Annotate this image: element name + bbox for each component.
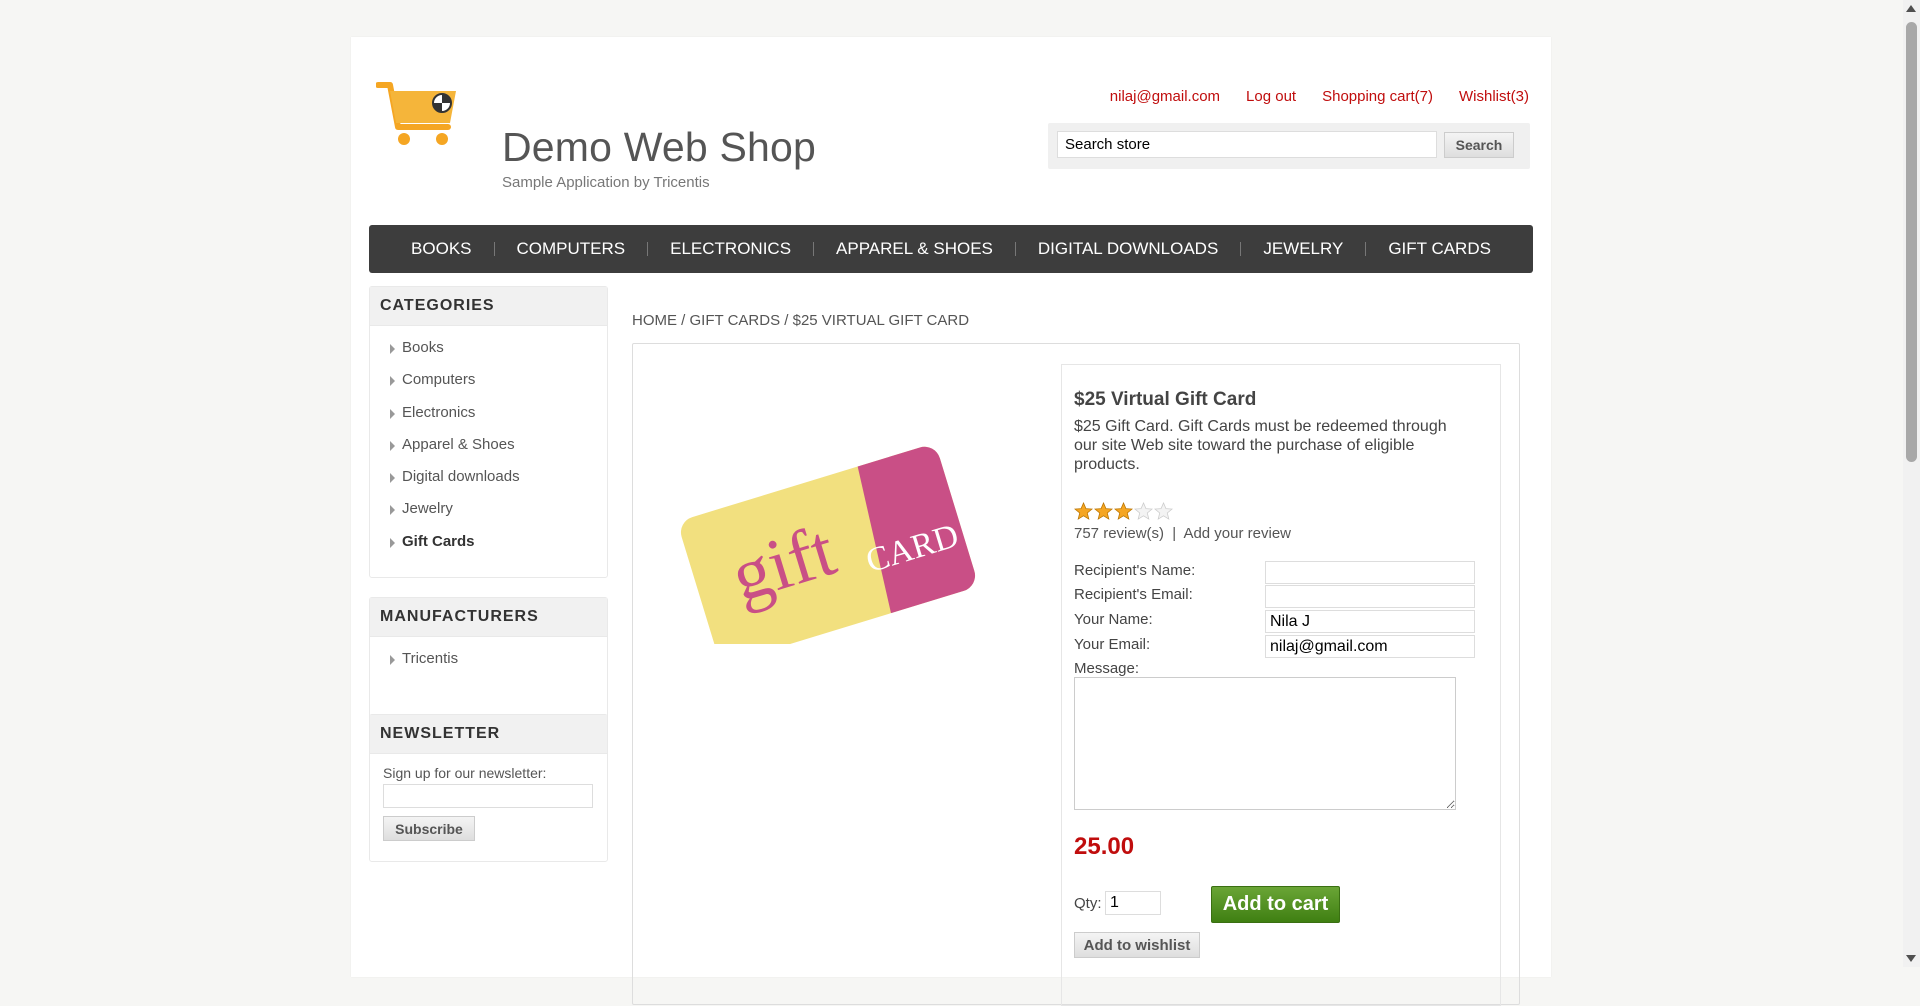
- recipient-name-input[interactable]: [1265, 561, 1475, 584]
- categories-title: CATEGORIES: [370, 287, 607, 326]
- arrow-right-icon: [390, 408, 395, 419]
- category-label: Gift Cards: [402, 532, 475, 550]
- nav-computers[interactable]: COMPUTERS: [495, 239, 648, 259]
- category-item-computers[interactable]: Computers: [370, 364, 607, 396]
- logo-subtitle: Sample Application by Tricentis: [502, 174, 710, 191]
- gift-card-image[interactable]: gift CARD: [673, 424, 983, 644]
- nav-electronics[interactable]: ELECTRONICS: [648, 239, 813, 259]
- your-name-label: Your Name:: [1074, 611, 1153, 628]
- your-email-label: Your Email:: [1074, 636, 1151, 653]
- product-title: $25 Virtual Gift Card: [1074, 389, 1257, 410]
- arrow-right-icon: [390, 440, 395, 451]
- category-label: Jewelry: [402, 500, 453, 518]
- categories-list: Books Computers Electronics Apparel & Sh…: [370, 326, 607, 564]
- scroll-down-arrow-icon[interactable]: [1906, 955, 1916, 962]
- breadcrumb-separator: /: [784, 312, 789, 329]
- category-item-electronics[interactable]: Electronics: [370, 397, 607, 429]
- category-label: Books: [402, 339, 444, 356]
- category-item-jewelry[interactable]: Jewelry: [370, 493, 607, 525]
- recipient-email-label: Recipient's Email:: [1074, 586, 1193, 603]
- page-container: Demo Web Shop Sample Application by Tric…: [351, 37, 1551, 1006]
- add-to-cart-button[interactable]: Add to cart: [1211, 886, 1340, 923]
- category-label: Apparel & Shoes: [402, 435, 515, 453]
- scrollbar-thumb[interactable]: [1906, 22, 1917, 462]
- message-label: Message:: [1074, 660, 1140, 677]
- breadcrumb-home[interactable]: HOME: [632, 312, 677, 329]
- product-details: gift CARD $25 Virtual Gift Card $25 Gift…: [632, 343, 1520, 1006]
- breadcrumb-gift-cards[interactable]: GIFT CARDS: [690, 312, 781, 329]
- recipient-email-input[interactable]: [1265, 585, 1475, 608]
- logo[interactable]: Demo Web Shop Sample Application by Tric…: [376, 81, 816, 191]
- category-item-gift-cards[interactable]: Gift Cards: [370, 526, 607, 558]
- product-price: 25.00: [1074, 833, 1135, 860]
- nav-digital-downloads[interactable]: DIGITAL DOWNLOADS: [1016, 239, 1240, 259]
- recipient-name-label: Recipient's Name:: [1074, 562, 1196, 579]
- qty-input[interactable]: [1105, 891, 1161, 915]
- product-overview: $25 Virtual Gift Card $25 Gift Card. Gif…: [1061, 364, 1501, 1006]
- breadcrumb: HOME / GIFT CARDS / $25 VIRTUAL GIFT CAR…: [632, 312, 969, 329]
- arrow-right-icon: [390, 537, 395, 548]
- reviews-count-link[interactable]: 757 review(s): [1074, 525, 1164, 542]
- scroll-up-arrow-icon[interactable]: [1906, 5, 1916, 12]
- star-filled-icon: [1074, 502, 1093, 520]
- nav-books[interactable]: BOOKS: [389, 239, 493, 259]
- manufacturer-label: Tricentis: [402, 650, 459, 667]
- arrow-right-icon: [390, 473, 395, 484]
- header-links: nilaj@gmail.com Log out Shopping cart(7)…: [1110, 88, 1529, 105]
- category-label: Electronics: [402, 403, 476, 421]
- categories-block: CATEGORIES Books Computers Electronics A…: [369, 286, 608, 578]
- nav-jewelry[interactable]: JEWELRY: [1241, 239, 1365, 259]
- manufacturers-title: MANUFACTURERS: [370, 598, 607, 637]
- nav-gift-cards[interactable]: GIFT CARDS: [1366, 239, 1513, 259]
- product-description: $25 Gift Card. Gift Cards must be redeem…: [1074, 418, 1447, 473]
- breadcrumb-current: $25 VIRTUAL GIFT CARD: [792, 312, 970, 329]
- category-item-apparel-shoes[interactable]: Apparel & Shoes: [370, 429, 607, 461]
- manufacturer-item-tricentis[interactable]: Tricentis: [370, 643, 607, 675]
- logo-title: Demo Web Shop: [502, 124, 817, 170]
- star-filled-icon: [1114, 502, 1133, 520]
- search-box: Search: [1048, 123, 1530, 169]
- reviews-separator: |: [1172, 525, 1177, 542]
- star-empty-icon: [1154, 502, 1173, 520]
- category-label: Computers: [402, 371, 476, 389]
- breadcrumb-separator: /: [681, 312, 686, 329]
- page-scrollbar[interactable]: [1903, 0, 1920, 967]
- star-filled-icon: [1094, 502, 1113, 520]
- star-empty-icon: [1134, 502, 1153, 520]
- your-email-input[interactable]: [1265, 635, 1475, 658]
- category-item-digital-downloads[interactable]: Digital downloads: [370, 461, 607, 493]
- arrow-right-icon: [390, 376, 395, 387]
- category-item-books[interactable]: Books: [370, 332, 607, 364]
- top-menu: BOOKS COMPUTERS ELECTRONICS APPAREL & SH…: [369, 225, 1533, 273]
- logout-link[interactable]: Log out: [1246, 88, 1296, 105]
- message-textarea[interactable]: [1074, 677, 1456, 810]
- account-link[interactable]: nilaj@gmail.com: [1110, 88, 1220, 105]
- arrow-right-icon: [390, 344, 395, 354]
- search-input[interactable]: [1057, 131, 1437, 158]
- add-to-wishlist-button[interactable]: Add to wishlist: [1074, 932, 1200, 958]
- rating-stars: [1074, 502, 1173, 521]
- newsletter-email-input[interactable]: [383, 784, 593, 808]
- arrow-right-icon: [390, 505, 395, 516]
- qty-label: Qty:: [1074, 895, 1102, 912]
- newsletter-block: NEWSLETTER Sign up for our newsletter: S…: [369, 714, 608, 862]
- newsletter-label: Sign up for our newsletter:: [383, 765, 547, 781]
- shopping-cart-link[interactable]: Shopping cart(7): [1322, 88, 1433, 105]
- nav-apparel-shoes[interactable]: APPAREL & SHOES: [814, 239, 1015, 259]
- subscribe-button[interactable]: Subscribe: [383, 816, 475, 841]
- wishlist-link[interactable]: Wishlist(3): [1459, 88, 1529, 105]
- shopping-cart-logo-icon: [376, 82, 456, 145]
- add-review-link[interactable]: Add your review: [1183, 525, 1291, 542]
- arrow-right-icon: [390, 655, 395, 665]
- search-button[interactable]: Search: [1444, 132, 1514, 158]
- manufacturers-list: Tricentis: [370, 637, 607, 681]
- your-name-input[interactable]: [1265, 610, 1475, 633]
- category-label: Digital downloads: [402, 468, 520, 486]
- reviews-line: 757 review(s) | Add your review: [1074, 525, 1291, 542]
- newsletter-title: NEWSLETTER: [370, 715, 607, 754]
